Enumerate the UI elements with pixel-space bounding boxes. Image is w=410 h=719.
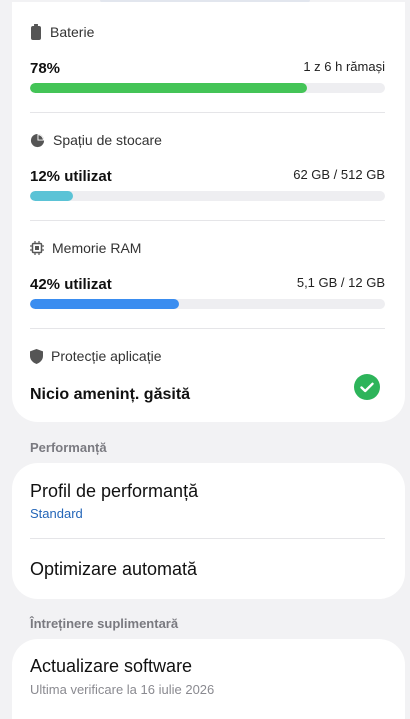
maintenance-card: Actualizare software Ultima verificare l… — [12, 639, 405, 719]
pie-chart-icon — [30, 133, 45, 148]
storage-label: Spațiu de stocare — [53, 132, 162, 148]
battery-header: Baterie — [30, 24, 94, 40]
divider — [30, 328, 385, 329]
battery-remaining: 1 z 6 h rămași — [303, 59, 385, 74]
performance-group-label: Performanță — [30, 440, 107, 455]
ram-header[interactable]: Memorie RAM — [30, 240, 141, 256]
performance-profile-row[interactable]: Profil de performanță Standard — [12, 463, 405, 538]
ram-bar — [30, 299, 385, 309]
ram-label: Memorie RAM — [52, 240, 142, 256]
battery-percent: 78% — [30, 60, 61, 77]
protection-label: Protecție aplicație — [51, 348, 162, 364]
ram-bar-fill — [30, 299, 180, 309]
device-status-card: Baterie 78% 1 z 6 h rămași Spațiu de sto… — [12, 2, 405, 422]
battery-bar-fill — [30, 83, 307, 93]
divider — [30, 112, 385, 113]
protection-header[interactable]: Protecție aplicație — [30, 348, 162, 364]
battery-bar — [30, 83, 385, 93]
software-update-title: Actualizare software — [30, 656, 193, 676]
performance-card: Profil de performanță Standard Optimizar… — [12, 463, 405, 599]
divider — [30, 220, 385, 221]
software-update-row[interactable]: Actualizare software Ultima verificare l… — [12, 639, 405, 699]
shield-icon — [30, 348, 43, 364]
performance-profile-title: Profil de performanță — [30, 481, 199, 501]
ram-amount: 5,1 GB / 12 GB — [296, 275, 385, 290]
performance-profile-value: Standard — [30, 506, 83, 521]
auto-optimization-row[interactable]: Optimizare automată — [12, 539, 405, 599]
maintenance-group-label: Întreținere suplimentară — [30, 616, 179, 631]
storage-amount: 62 GB / 512 GB — [293, 167, 385, 182]
storage-used: 12% utilizat — [30, 168, 112, 185]
storage-bar-fill — [30, 191, 73, 201]
battery-icon — [30, 24, 42, 40]
storage-bar — [30, 191, 385, 201]
auto-optimization-title: Optimizare automată — [30, 559, 198, 579]
protection-status: Nicio ameninț. găsită — [30, 386, 191, 403]
storage-header[interactable]: Spațiu de stocare — [30, 132, 162, 148]
ram-used: 42% utilizat — [30, 276, 112, 293]
software-update-last-check: Ultima verificare la 16 iulie 2026 — [30, 682, 215, 697]
battery-label: Baterie — [50, 24, 95, 40]
memory-chip-icon — [30, 241, 44, 255]
check-circle-icon — [354, 374, 380, 400]
